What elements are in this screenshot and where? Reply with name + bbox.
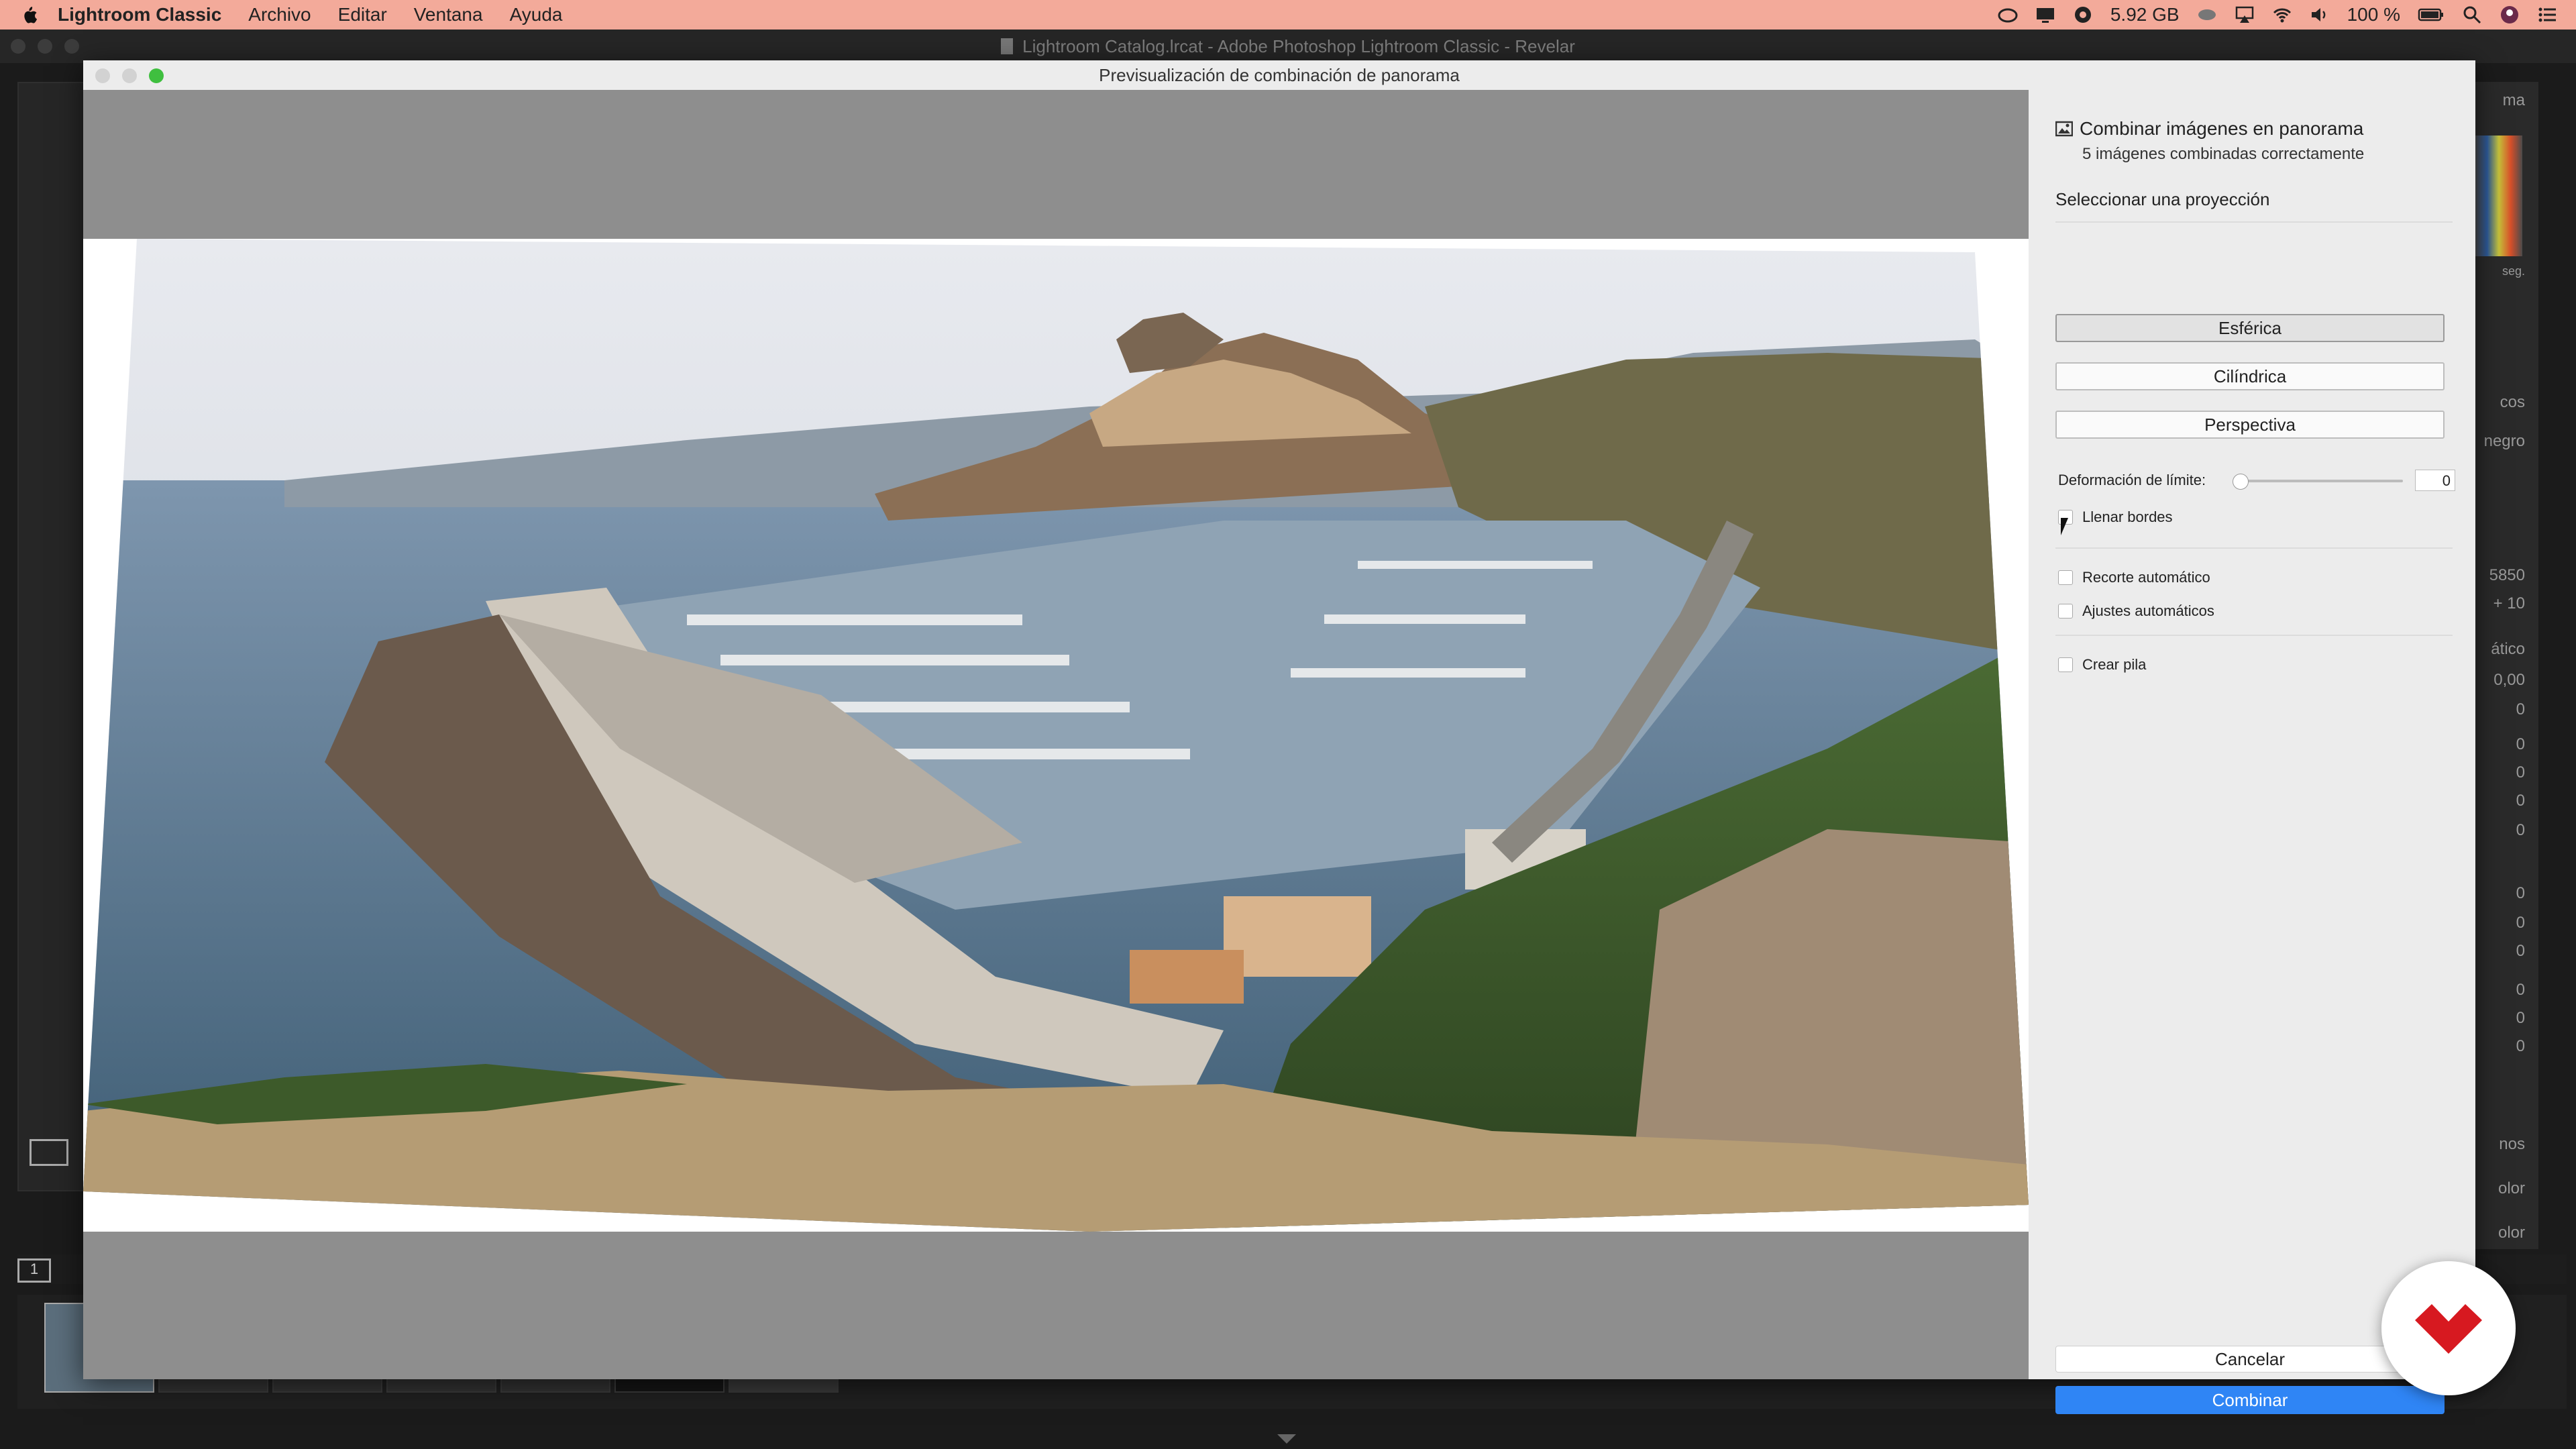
panorama-preview-image [83,239,2029,1232]
boundary-warp-slider-handle[interactable] [2233,474,2249,490]
dialog-zoom-button[interactable] [149,68,164,83]
battery-percent: 100 % [2347,4,2400,25]
menu-editar[interactable]: Editar [338,4,387,25]
panel-title: Combinar imágenes en panorama [2080,118,2364,139]
spherical-projection-button[interactable]: Esférica [2055,314,2445,342]
dialog-close-button[interactable] [95,68,110,83]
auto-crop-row[interactable]: Recorte automático [2058,569,2210,586]
right-panel-label: 0 [2516,700,2525,718]
histogram [2475,136,2522,256]
right-panel-label: 0 [2516,735,2525,753]
window-minimize-button[interactable] [38,39,52,54]
right-panel-label: 0 [2516,884,2525,902]
right-panel-label: 0 [2516,763,2525,782]
divider [2055,547,2453,549]
brand-logo-badge [2381,1261,2516,1395]
divider [2055,635,2453,636]
dialog-window-controls [95,68,164,83]
divider [2055,221,2453,223]
perspective-projection-button[interactable]: Perspectiva [2055,411,2445,439]
fill-edges-row[interactable]: Llenar bordes [2058,508,2173,526]
window-controls [11,39,79,54]
filmstrip-toggle-icon[interactable] [1277,1434,1296,1444]
right-panel-label: ma [2502,91,2525,109]
menu-app-name[interactable]: Lightroom Classic [58,4,221,25]
right-panel-label: 5850 [2489,566,2525,584]
loupe-view-icon[interactable] [30,1139,68,1166]
display-icon[interactable] [2035,5,2055,25]
document-icon [1001,38,1014,54]
create-stack-checkbox[interactable] [2058,657,2073,672]
panorama-preview-area [83,90,2029,1379]
auto-settings-label: Ajustes automáticos [2082,602,2214,619]
right-panel-label: 0 [2516,821,2525,839]
dialog-titlebar: Previsualización de combinación de panor… [83,60,2475,91]
auto-settings-checkbox[interactable] [2058,604,2073,619]
creative-cloud-icon[interactable] [1998,5,2018,25]
right-panel-label: 0 [2516,792,2525,810]
menu-ayuda[interactable]: Ayuda [510,4,563,25]
right-panel-label: 0 [2516,914,2525,932]
right-panel-label: 0,00 [2493,671,2525,689]
merge-options-panel: Combinar imágenes en panorama 5 imágenes… [2029,90,2475,1414]
merge-status: 5 imágenes combinadas correctamente [2082,145,2365,163]
user-avatar-icon[interactable] [2500,5,2520,25]
projection-heading: Seleccionar una proyección [2055,189,2270,209]
right-panel-label: 0 [2516,1037,2525,1055]
dialog-title: Previsualización de combinación de panor… [1099,64,1460,85]
fill-edges-label: Llenar bordes [2082,508,2173,525]
menu-ventana[interactable]: Ventana [414,4,483,25]
right-panel-label: + 10 [2493,594,2525,612]
right-panel-label: seg. [2502,264,2525,278]
left-panel [17,82,87,1191]
right-panel-label: 0 [2516,942,2525,960]
window-zoom-button[interactable] [64,39,79,54]
boundary-warp-row: Deformación de límite: 0 [2058,467,2461,494]
right-panel-label[interactable]: olor [2498,1179,2525,1198]
menu-bar: Lightroom Classic Archivo Editar Ventana… [0,0,2576,30]
create-stack-label: Crear pila [2082,656,2147,673]
memory-readout: 5.92 GB [2110,4,2180,25]
brand-logo-icon [2415,1304,2482,1354]
notification-center-icon[interactable] [2537,5,2557,25]
window-close-button[interactable] [11,39,25,54]
panel-header: Combinar imágenes en panorama [2055,118,2363,140]
create-stack-row[interactable]: Crear pila [2058,656,2146,674]
auto-crop-label: Recorte automático [2082,569,2210,586]
dialog-minimize-button[interactable] [122,68,137,83]
boundary-warp-slider[interactable] [2238,480,2403,482]
boundary-warp-label: Deformación de límite: [2058,472,2206,488]
right-panel-label: ático [2491,640,2525,658]
menu-archivo[interactable]: Archivo [248,4,311,25]
memory-gauge-icon[interactable] [2073,5,2093,25]
right-panel-label: 0 [2516,1009,2525,1027]
panorama-image-icon [2055,121,2073,137]
right-panel-label[interactable]: olor [2498,1224,2525,1242]
window-title: Lightroom Catalog.lrcat - Adobe Photosho… [1022,36,1575,56]
apple-icon[interactable] [21,5,38,24]
right-panel-label: 0 [2516,981,2525,999]
right-panel-label[interactable]: cos [2500,393,2525,412]
airplay-icon[interactable] [2235,5,2255,25]
auto-crop-checkbox[interactable] [2058,570,2073,585]
mouse-cursor-icon [2061,518,2068,535]
volume-icon[interactable] [2310,5,2330,25]
right-panel-label[interactable]: nos [2499,1135,2525,1154]
panorama-merge-dialog: Previsualización de combinación de panor… [83,60,2475,1414]
auto-settings-row[interactable]: Ajustes automáticos [2058,602,2214,620]
controller-icon[interactable] [2197,5,2217,25]
filmstrip-page-number[interactable]: 1 [17,1258,51,1283]
cylindrical-projection-button[interactable]: Cilíndrica [2055,362,2445,390]
status-area: 5.92 GB 100 % [1998,0,2557,30]
right-panel: ma seg. cos negro 5850 + 10 ático 0,00 0… [2471,82,2538,1249]
lightroom-titlebar: Lightroom Catalog.lrcat - Adobe Photosho… [0,30,2576,63]
right-panel-label: negro [2483,432,2525,450]
boundary-warp-value[interactable]: 0 [2415,470,2455,491]
battery-icon[interactable] [2418,5,2445,25]
spotlight-search-icon[interactable] [2462,5,2482,25]
wifi-icon[interactable] [2272,5,2292,25]
